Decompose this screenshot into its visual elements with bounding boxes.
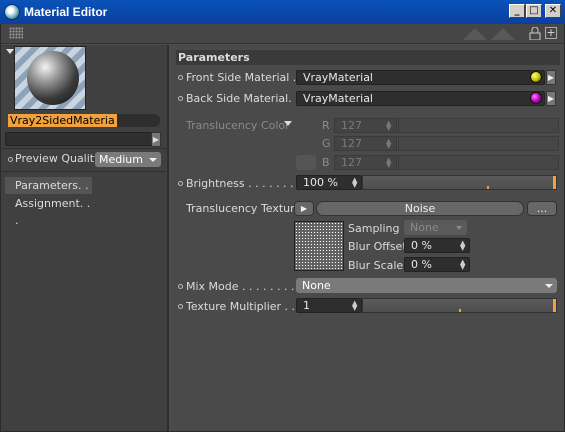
material-name-text: Vray2SidedMateria <box>8 114 117 127</box>
texture-noise-button[interactable]: Noise <box>316 201 524 216</box>
texture-more-button[interactable]: ... <box>527 201 557 216</box>
parameters-header: Parameters <box>176 50 560 65</box>
mix-mode-value: None <box>302 279 331 292</box>
brightness-slider[interactable] <box>362 175 557 190</box>
back-side-material-field[interactable]: VrayMaterial <box>296 91 545 106</box>
front-side-material-value: VrayMaterial <box>303 71 373 84</box>
texture-multiplier-slider-knob[interactable] <box>553 299 556 312</box>
app-logo-icon <box>4 4 20 20</box>
g-slider[interactable] <box>398 136 559 151</box>
blur-scale-value: 0 % <box>411 258 432 271</box>
mix-mode-anim-dot[interactable] <box>178 284 183 289</box>
texture-menu-button[interactable]: ▶ <box>294 201 314 216</box>
grip-icon[interactable] <box>9 27 23 39</box>
chevron-down-icon <box>545 284 553 288</box>
brightness-stepper-icon[interactable]: ▲ ▼ <box>352 177 357 189</box>
nav-item-parameters[interactable]: Parameters. . . <box>5 177 92 209</box>
blur-scale-label: Blur Scale <box>348 259 404 272</box>
texture-multiplier-anim-dot[interactable] <box>178 304 183 309</box>
brightness-anim-dot[interactable] <box>178 181 183 186</box>
material-name-field[interactable]: Vray2SidedMateria <box>8 114 160 127</box>
front-side-label: Front Side Material . . . <box>186 71 311 84</box>
material-sphere <box>27 51 79 105</box>
chevron-down-icon <box>149 158 157 162</box>
divider <box>2 148 166 149</box>
toolbar: + <box>1 24 564 44</box>
translucency-color-label: Translucency Color <box>186 119 290 132</box>
r-slider[interactable] <box>398 118 559 133</box>
g-label: G <box>322 137 331 150</box>
b-stepper-icon[interactable]: ▲ ▼ <box>386 157 391 169</box>
r-label: R <box>322 119 330 132</box>
preview-quality-select[interactable]: Medium <box>95 152 161 167</box>
material-path-arrow-button[interactable]: ▶ <box>151 132 161 147</box>
front-side-anim-dot[interactable] <box>178 75 183 80</box>
noise-texture-preview[interactable] <box>294 221 344 271</box>
nav-item-assignment[interactable]: Assignment. . . <box>5 195 92 227</box>
mix-mode-select[interactable]: None <box>296 278 557 293</box>
blur-offset-label: Blur Offset <box>348 240 407 253</box>
front-side-menu-button[interactable]: ▶ <box>546 70 556 85</box>
preview-menu-arrow-icon[interactable] <box>6 49 14 54</box>
b-slider[interactable] <box>398 155 559 170</box>
blur-scale-stepper-icon[interactable]: ▲ ▼ <box>460 259 465 271</box>
sampling-select[interactable]: None <box>404 220 467 235</box>
watermark-icon <box>463 28 515 40</box>
r-stepper-icon[interactable]: ▲ ▼ <box>386 120 391 132</box>
sampling-value: None <box>410 221 439 234</box>
back-side-swatch-icon <box>530 92 542 104</box>
maximize-button[interactable]: □ <box>526 4 542 18</box>
preview-quality-anim-dot[interactable] <box>8 157 13 162</box>
color-picker-button[interactable] <box>296 155 316 170</box>
back-side-menu-button[interactable]: ▶ <box>546 91 556 106</box>
b-label: B <box>322 156 330 169</box>
texture-multiplier-slider[interactable] <box>362 298 557 313</box>
brightness-slider-knob[interactable] <box>553 176 556 189</box>
sampling-label: Sampling <box>348 222 400 235</box>
texture-multiplier-label: Texture Multiplier . . . . <box>186 300 310 313</box>
g-stepper-icon[interactable]: ▲ ▼ <box>386 138 391 150</box>
b-value: 127 <box>341 156 362 169</box>
back-side-label: Back Side Material. . . . <box>186 92 313 105</box>
close-button[interactable]: ✕ <box>545 4 561 18</box>
preview-quality-label: Preview Quality <box>15 152 101 165</box>
blur-offset-stepper-icon[interactable]: ▲ ▼ <box>460 240 465 252</box>
front-side-material-field[interactable]: VrayMaterial <box>296 70 545 85</box>
back-side-material-value: VrayMaterial <box>303 92 373 105</box>
material-path-field[interactable] <box>5 132 156 146</box>
material-preview[interactable] <box>14 46 86 110</box>
front-side-swatch-icon <box>530 71 542 83</box>
lock-icon[interactable] <box>529 27 541 40</box>
translucency-texture-label: Translucency Texture <box>186 202 302 215</box>
window-title: Material Editor <box>24 5 108 19</box>
brightness-value: 100 % <box>303 176 338 189</box>
divider <box>2 171 166 172</box>
texture-multiplier-value: 1 <box>303 299 310 312</box>
slider-tick <box>459 309 461 312</box>
chevron-down-icon <box>456 226 462 230</box>
r-value: 127 <box>341 119 362 132</box>
texture-multiplier-stepper-icon[interactable]: ▲ ▼ <box>352 300 357 312</box>
g-value: 127 <box>341 137 362 150</box>
expand-icon[interactable]: + <box>545 27 557 39</box>
preview-quality-value: Medium <box>99 153 143 166</box>
translucency-color-menu-icon[interactable] <box>284 121 292 126</box>
back-side-anim-dot[interactable] <box>178 96 183 101</box>
minimize-button[interactable]: _ <box>509 4 525 18</box>
blur-offset-value: 0 % <box>411 239 432 252</box>
slider-tick <box>487 186 489 189</box>
